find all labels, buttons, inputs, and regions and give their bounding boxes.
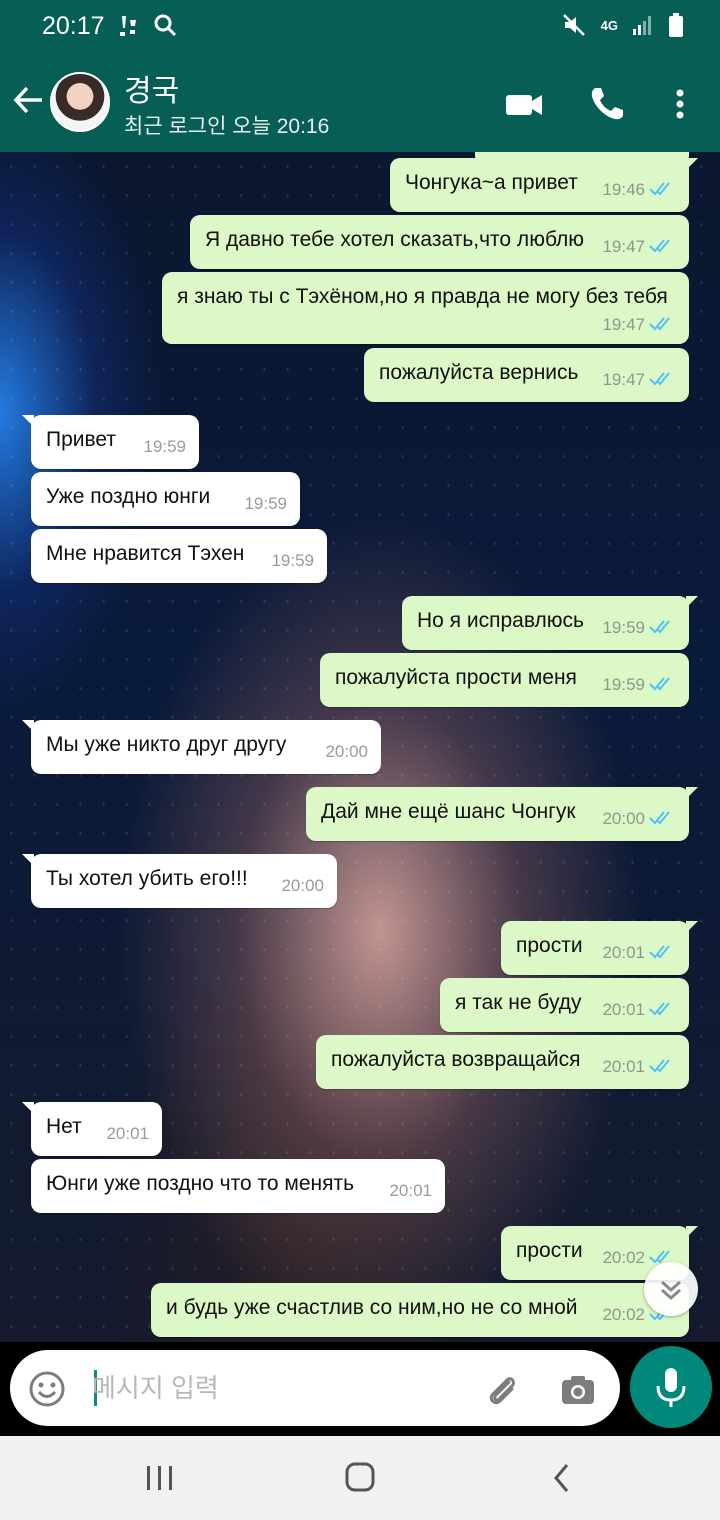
scroll-down-button[interactable] [644,1262,698,1316]
message-bubble[interactable]: пожалуйста прости меня 19:59 [320,653,689,707]
message-text: я знаю ты с Тэхёном,но я правда не могу … [177,285,668,308]
read-ticks-icon [649,1002,670,1016]
message-input-bar [0,1342,720,1436]
message-bubble[interactable]: Нет 20:01 [22,1102,162,1156]
message-time: 20:01 [389,1181,432,1200]
network-4g-icon: 4G [600,17,618,33]
message-text: прости [516,1239,583,1262]
message-time: 19:59 [602,675,645,694]
message-text: Уже поздно юнги [46,485,211,508]
message-input[interactable] [92,1368,472,1408]
message-time: 20:01 [602,1000,645,1019]
emoji-icon[interactable] [28,1370,66,1408]
message-bubble[interactable]: я знаю ты с Тэхёном,но я правда не могу … [162,272,689,344]
search-icon [154,14,177,37]
message-text: Ты хотел убить его!!! [46,867,248,890]
message-text: пожалуйста возвращайся [331,1048,581,1071]
phone-icon[interactable] [587,84,627,124]
message-text: Нет [46,1115,82,1138]
camera-icon[interactable] [558,1370,598,1410]
read-ticks-icon [649,1059,670,1073]
read-ticks-icon [649,317,670,331]
message-time: 20:00 [325,742,368,761]
chat-area[interactable]: Чонгука~а привет 19:46 Я давно тебе хоте… [0,152,720,1342]
message-text: пожалуйста прости меня [335,666,577,689]
home-icon[interactable] [340,1460,380,1496]
read-ticks-icon [649,372,670,386]
message-bubble[interactable]: Мне нравится Тэхен 19:59 [31,529,327,583]
message-time: 20:02 [602,1248,645,1267]
last-seen-status[interactable]: 최근 로그인 오늘 20:16 [124,110,329,140]
message-bubble[interactable]: Чонгука~а привет 19:46 [390,158,698,212]
back-icon[interactable] [542,1460,582,1496]
status-bar: 20:17 4G [0,0,720,54]
avatar[interactable] [50,72,110,132]
battery-icon [669,13,683,37]
message-bubble[interactable]: пожалуйста вернись 19:47 [364,348,689,402]
mic-icon [656,1368,686,1407]
message-text: Юнги уже поздно что то менять [46,1172,355,1195]
read-ticks-icon [649,239,670,253]
message-bubble[interactable]: Ты хотел убить его!!! 20:00 [22,854,337,908]
message-text: пожалуйста вернись [379,361,579,384]
message-bubble[interactable]: и будь уже счастлив со ним,но не со мной… [151,1283,689,1337]
double-chevron-down-icon [661,1280,681,1301]
attach-icon[interactable] [482,1370,522,1410]
message-bubble[interactable]: Привет 19:59 [22,415,199,469]
read-ticks-icon [649,677,670,691]
message-time: 19:59 [244,494,287,513]
message-text: Но я исправлюсь [417,609,584,632]
recent-apps-icon[interactable] [140,1460,180,1496]
message-text: Мы уже никто друг другу [46,733,287,756]
back-arrow-icon[interactable] [10,82,46,118]
read-ticks-icon [649,620,670,634]
message-text: Мне нравится Тэхен [46,542,245,565]
message-time: 19:59 [143,437,186,456]
message-bubble[interactable]: Уже поздно юнги 19:59 [31,472,300,526]
message-input-container[interactable] [10,1350,620,1426]
mute-icon [562,14,585,36]
message-text: прости [516,934,583,957]
message-text: Я давно тебе хотел сказать,что люблю [205,228,585,251]
read-ticks-icon [649,811,670,825]
message-text: я так не буду [455,991,582,1014]
message-time: 19:47 [602,315,645,334]
notification-icon [120,16,136,36]
read-ticks-icon [649,945,670,959]
message-time: 20:02 [602,1305,645,1324]
message-bubble[interactable]: прости 20:01 [501,921,698,975]
message-time: 20:01 [602,1057,645,1076]
status-time: 20:17 [42,12,105,40]
read-ticks-icon [649,182,670,196]
message-bubble[interactable]: Дай мне ещё шанс Чонгук 20:00 [306,787,698,841]
contact-name[interactable]: 경국 [124,66,179,110]
mic-button[interactable] [630,1346,712,1428]
message-text: Дай мне ещё шанс Чонгук [321,800,576,823]
message-time: 20:00 [602,809,645,828]
message-time: 19:59 [271,551,314,570]
chat-header: 경국 최근 로그인 오늘 20:16 [0,54,720,152]
message-bubble[interactable]: Я давно тебе хотел сказать,что люблю 19:… [190,215,689,269]
message-time: 20:00 [281,876,324,895]
message-text: и будь уже счастлив со ним,но не со мной [166,1296,578,1319]
message-time: 19:46 [602,180,645,199]
video-call-icon[interactable] [504,84,544,124]
system-navigation-bar [0,1436,720,1520]
more-icon[interactable] [660,84,700,124]
message-bubble[interactable]: Юнги уже поздно что то менять 20:01 [31,1159,445,1213]
message-bubble[interactable]: Мы уже никто друг другу 20:00 [22,720,381,774]
message-bubble[interactable]: пожалуйста возвращайся 20:01 [316,1035,689,1089]
message-time: 20:01 [106,1124,149,1143]
message-text: Чонгука~а привет [405,171,578,194]
message-bubble[interactable]: я так не буду 20:01 [440,978,689,1032]
message-bubble[interactable]: Но я исправлюсь 19:59 [402,596,698,650]
message-text: Привет [46,428,117,451]
message-time: 20:01 [602,943,645,962]
message-time: 19:47 [602,237,645,256]
signal-icon [633,16,651,35]
message-time: 19:47 [602,370,645,389]
message-time: 19:59 [602,618,645,637]
